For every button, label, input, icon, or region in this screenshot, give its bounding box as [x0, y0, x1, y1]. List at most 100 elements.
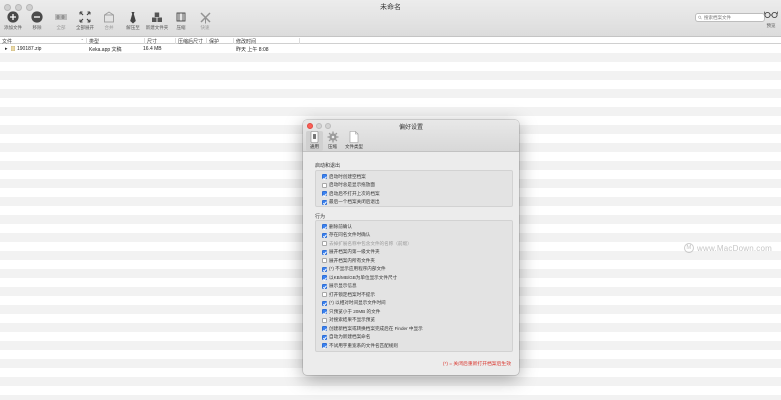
option-no-search-preview[interactable]: 对搜索结果不显示预览: [316, 316, 512, 325]
option-preview-limit[interactable]: 只预览小于 20MB 的文件: [316, 308, 512, 317]
checkbox[interactable]: [322, 300, 327, 306]
compress-icon: [175, 10, 187, 24]
gear-icon: [327, 131, 338, 143]
behavior-options-group: 删除前确认 存在同名文件时确认 去掉扩展名称中包含文件的名称（前缀） 展开档案内…: [315, 220, 513, 352]
option-show-in-finder[interactable]: 创建新档案或转换档案完成后在 Finder 中显示: [316, 325, 512, 334]
add-file-button[interactable]: 添加文件: [2, 10, 24, 31]
option-label: 启动时创建空档案: [329, 173, 366, 179]
preview-button[interactable]: 预览: [762, 10, 780, 29]
section-title-behavior: 行为: [315, 214, 326, 220]
toolbar-label: 合并: [104, 25, 114, 30]
expand-arrows-icon: [79, 10, 91, 24]
column-header-type[interactable]: 类型: [87, 37, 145, 45]
file-type: Keka.app 文稿: [89, 47, 122, 53]
checkbox[interactable]: [322, 199, 327, 205]
option-create-empty-archive[interactable]: 启动时创建空档案: [316, 173, 512, 182]
checkbox[interactable]: [322, 326, 327, 332]
boxes-icon: [151, 10, 163, 24]
checkbox[interactable]: [322, 191, 327, 197]
tab-label: 压缩: [328, 144, 337, 149]
prefs-tabs: 通用 压缩 文件类型: [306, 131, 366, 151]
windmill-icon: [199, 10, 212, 24]
option-expand-first-level[interactable]: 展开档案内第一级文件夹: [316, 248, 512, 257]
toolbar-label: 预览: [766, 23, 776, 28]
checkbox[interactable]: [322, 241, 327, 247]
option-filename-matching[interactable]: 不试用字重宽系的文件名匹配规则: [316, 342, 512, 351]
checkbox[interactable]: [322, 343, 327, 349]
option-label: 启动时总是显示拖放面: [329, 182, 375, 188]
option-hide-internal[interactable]: (*) 不显示应用程序内部文件: [316, 265, 512, 274]
checkbox[interactable]: [322, 334, 327, 340]
document-icon: [349, 131, 359, 143]
option-relative-time[interactable]: (*) 以相对时间显示文件时间: [316, 299, 512, 308]
option-label: 自动为新建档案命名: [329, 334, 371, 340]
watermark-text: www.MacDown.com: [697, 243, 773, 253]
search-input[interactable]: [704, 15, 764, 20]
option-show-drop-panel[interactable]: 启动时总是显示拖放面: [316, 181, 512, 190]
option-confirm-same-name[interactable]: 存在同名文件时确认: [316, 231, 512, 240]
checkbox[interactable]: [322, 283, 327, 289]
file-name: 190187.zip: [17, 46, 42, 52]
glasses-icon: [764, 11, 778, 19]
option-label: 存在同名文件时确认: [329, 232, 371, 238]
toolbar-label: 移除: [32, 25, 42, 30]
option-show-info[interactable]: 展示显示信息: [316, 282, 512, 291]
tab-file-types[interactable]: 文件类型: [342, 131, 366, 151]
expand-triangle-icon[interactable]: ▸: [5, 46, 8, 52]
search-field[interactable]: [695, 13, 765, 22]
quick-button[interactable]: 快速: [194, 10, 216, 31]
switch-icon: [310, 131, 319, 143]
checkbox[interactable]: [322, 224, 327, 230]
option-strip-extension[interactable]: 去掉扩展名称中包含文件的名称（前缀）: [316, 240, 512, 249]
tie-icon: [128, 10, 138, 24]
tab-compress[interactable]: 压缩: [324, 131, 341, 151]
watermark-logo-icon: M: [684, 243, 694, 253]
checkbox[interactable]: [322, 182, 327, 188]
checkbox[interactable]: [322, 174, 327, 180]
zip-file-icon: [10, 45, 16, 53]
checkbox[interactable]: [322, 317, 327, 323]
sort-chevron-icon: ⌃: [80, 37, 84, 43]
checkbox[interactable]: [322, 309, 327, 315]
option-size-units[interactable]: 以KB/MB/GB为单位显示文件尺寸: [316, 274, 512, 283]
watermark: M www.MacDown.com: [684, 243, 772, 253]
option-label: 以KB/MB/GB为单位显示文件尺寸: [329, 274, 398, 280]
new-folder-button[interactable]: 新建文件夹: [146, 10, 168, 31]
tab-general[interactable]: 通用: [306, 131, 323, 151]
option-label: 去掉扩展名称中包含文件的名称（前缀）: [329, 240, 412, 246]
option-expand-all[interactable]: 展开档案内所有文件夹: [316, 257, 512, 266]
file-size: 16.4 MB: [143, 46, 162, 52]
column-header-protected[interactable]: 保护: [207, 37, 234, 45]
option-confirm-delete[interactable]: 删除前确认: [316, 223, 512, 232]
compress-button[interactable]: 压缩: [170, 10, 192, 31]
option-auto-name[interactable]: 自动为新建档案命名: [316, 333, 512, 342]
option-quit-after-last[interactable]: 最后一个档案关闭后退出: [316, 198, 512, 207]
extract-to-button[interactable]: 解压至: [122, 10, 144, 31]
add-circle-icon: [7, 10, 19, 24]
merge-button[interactable]: 合并: [98, 10, 120, 31]
option-label: 启动后不打开上次的档案: [329, 190, 380, 196]
remove-button[interactable]: 移除: [26, 10, 48, 31]
toolbar-label: 压缩: [176, 25, 186, 30]
option-label: (*) 以相对时间显示文件时间: [329, 300, 386, 306]
all-button[interactable]: 全部: [50, 10, 72, 31]
option-no-reopen[interactable]: 启动后不打开上次的档案: [316, 190, 512, 199]
option-no-lock-prompt[interactable]: 打开锁定档案时不提示: [316, 291, 512, 300]
checkbox[interactable]: [322, 232, 327, 238]
column-header-modified[interactable]: 修改时间: [234, 37, 300, 45]
prefs-title-bar: 偏好设置 通用 压缩 文件类型: [303, 120, 519, 152]
option-label: 对搜索结果不显示预览: [329, 317, 375, 323]
column-header-size[interactable]: 尺寸: [145, 37, 176, 45]
checkbox[interactable]: [322, 266, 327, 272]
checkbox[interactable]: [322, 275, 327, 281]
expand-all-button[interactable]: 全部展开: [74, 10, 96, 31]
restart-note: (*) = 关闭后重新打开档案后生效: [442, 362, 511, 367]
table-header: 文件 ⌃ 类型 尺寸 压缩后尺寸 保护 修改时间: [0, 37, 781, 45]
checkbox[interactable]: [322, 258, 327, 264]
checkbox[interactable]: [322, 292, 327, 298]
column-header-compressed[interactable]: 压缩后尺寸: [176, 37, 207, 45]
column-header-file[interactable]: 文件 ⌃: [0, 37, 87, 45]
title-bar: 未命名 添加文件 移除 全部 全部展开 合并 解压至 新建文件夹 压缩 快速 搜…: [0, 0, 781, 37]
checkbox[interactable]: [322, 249, 327, 255]
table-row[interactable]: ▸ 190187.zip Keka.app 文稿 16.4 MB 昨天 上午 8…: [0, 44, 781, 53]
